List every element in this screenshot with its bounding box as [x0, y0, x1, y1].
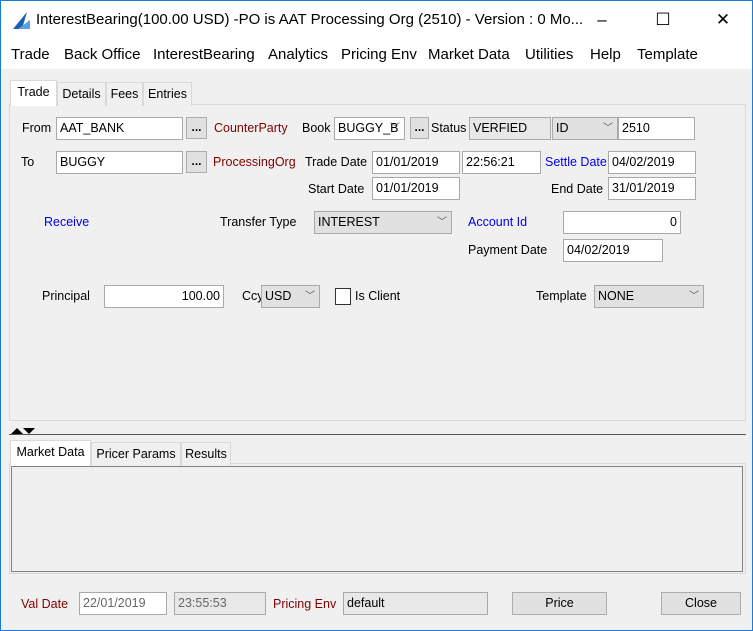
pricing-env-label: Pricing Env	[273, 597, 337, 611]
menu-help[interactable]: Help	[590, 46, 621, 63]
val-time-input[interactable]: 23:55:53	[174, 592, 266, 615]
title-bar: InterestBearing(100.00 USD) -PO is AAT P…	[1, 1, 752, 39]
chevron-down-icon: ﹀	[603, 123, 613, 134]
close-window-button[interactable]: ✕	[703, 7, 743, 33]
payment-date-input[interactable]: 04/02/2019	[563, 239, 663, 262]
account-id-input[interactable]: 0	[563, 211, 681, 234]
template-select[interactable]: NONE ﹀	[594, 285, 704, 308]
tab-pricer-params[interactable]: Pricer Params	[91, 442, 181, 466]
start-date-input[interactable]: 01/01/2019	[372, 177, 460, 200]
close-button[interactable]: Close	[661, 592, 741, 615]
is-client-checkbox[interactable]	[335, 288, 351, 305]
from-lookup-button[interactable]: ...	[186, 117, 207, 139]
menu-template[interactable]: Template	[637, 46, 698, 63]
maximize-button[interactable]: ☐	[643, 7, 683, 33]
trade-date-input[interactable]: 01/01/2019	[372, 151, 460, 174]
menu-trade[interactable]: Trade	[11, 46, 50, 63]
end-date-label: End Date	[551, 182, 604, 196]
counterparty-label: CounterParty	[214, 121, 288, 135]
app-logo-icon	[13, 12, 30, 29]
chevron-down-icon: ﹀	[390, 123, 400, 134]
id-type-value: ID	[556, 121, 569, 135]
id-input[interactable]: 2510	[618, 117, 695, 140]
to-input[interactable]: BUGGY	[56, 151, 183, 174]
book-lookup-button[interactable]: ...	[410, 117, 429, 139]
id-type-select[interactable]: ID ﹀	[552, 117, 618, 140]
principal-label: Principal	[42, 289, 90, 303]
menu-analytics[interactable]: Analytics	[268, 46, 328, 63]
principal-input[interactable]: 100.00	[104, 285, 224, 308]
chevron-down-icon: ﹀	[437, 217, 447, 228]
from-input[interactable]: AAT_BANK	[56, 117, 183, 140]
template-value: NONE	[598, 289, 635, 303]
tab-entries[interactable]: Entries	[143, 82, 192, 106]
payment-date-label: Payment Date	[468, 243, 548, 257]
ccy-value: USD	[265, 289, 292, 303]
menu-interestbearing[interactable]: InterestBearing	[153, 46, 255, 63]
market-data-content	[11, 466, 743, 572]
to-lookup-button[interactable]: ...	[186, 151, 207, 173]
val-date-label: Val Date	[21, 597, 69, 611]
menu-bar: Trade Back Office InterestBearing Analyt…	[1, 39, 752, 69]
template-label: Template	[536, 289, 587, 303]
settle-date-input[interactable]: 04/02/2019	[608, 151, 696, 174]
ccy-select[interactable]: USD ﹀	[261, 285, 320, 308]
transfer-type-label: Transfer Type	[220, 215, 297, 229]
trade-time-input[interactable]: 22:56:21	[462, 151, 541, 174]
price-button[interactable]: Price	[512, 592, 607, 615]
menu-back-office[interactable]: Back Office	[64, 46, 140, 63]
account-id-link[interactable]: Account Id	[468, 211, 527, 233]
chevron-down-icon: ﹀	[305, 291, 315, 302]
tab-trade[interactable]: Trade	[10, 80, 57, 106]
from-label: From	[22, 121, 52, 135]
menu-pricing-env[interactable]: Pricing Env	[341, 46, 417, 63]
tab-fees[interactable]: Fees	[106, 82, 143, 106]
start-date-label: Start Date	[308, 182, 365, 196]
tab-details[interactable]: Details	[57, 82, 106, 106]
to-label: To	[21, 155, 35, 169]
transfer-type-select[interactable]: INTEREST ﹀	[314, 211, 452, 234]
val-date-input[interactable]: 22/01/2019	[79, 592, 167, 615]
chevron-down-icon: ﹀	[689, 291, 699, 302]
processing-org-label: ProcessingOrg	[213, 155, 296, 169]
window-title: InterestBearing(100.00 USD) -PO is AAT P…	[36, 11, 584, 28]
book-select[interactable]: BUGGY_B ﹀	[334, 117, 405, 140]
minimize-button[interactable]: –	[582, 7, 622, 33]
is-client-label: Is Client	[355, 289, 401, 303]
end-date-input[interactable]: 31/01/2019	[608, 177, 696, 200]
splitter-divider[interactable]	[9, 434, 746, 435]
tab-results[interactable]: Results	[181, 442, 231, 466]
book-label: Book	[302, 121, 331, 135]
status-field: VERFIED	[469, 117, 551, 140]
menu-market-data[interactable]: Market Data	[428, 46, 510, 63]
transfer-type-value: INTEREST	[318, 215, 380, 229]
pricing-env-field[interactable]: default	[343, 592, 488, 615]
tab-market-data[interactable]: Market Data	[10, 440, 91, 466]
direction-link[interactable]: Receive	[44, 211, 89, 233]
window: InterestBearing(100.00 USD) -PO is AAT P…	[0, 0, 753, 631]
menu-utilities[interactable]: Utilities	[525, 46, 573, 63]
settle-date-link[interactable]: Settle Date	[545, 151, 607, 173]
trade-date-label: Trade Date	[305, 155, 368, 169]
status-label: Status	[431, 121, 467, 135]
